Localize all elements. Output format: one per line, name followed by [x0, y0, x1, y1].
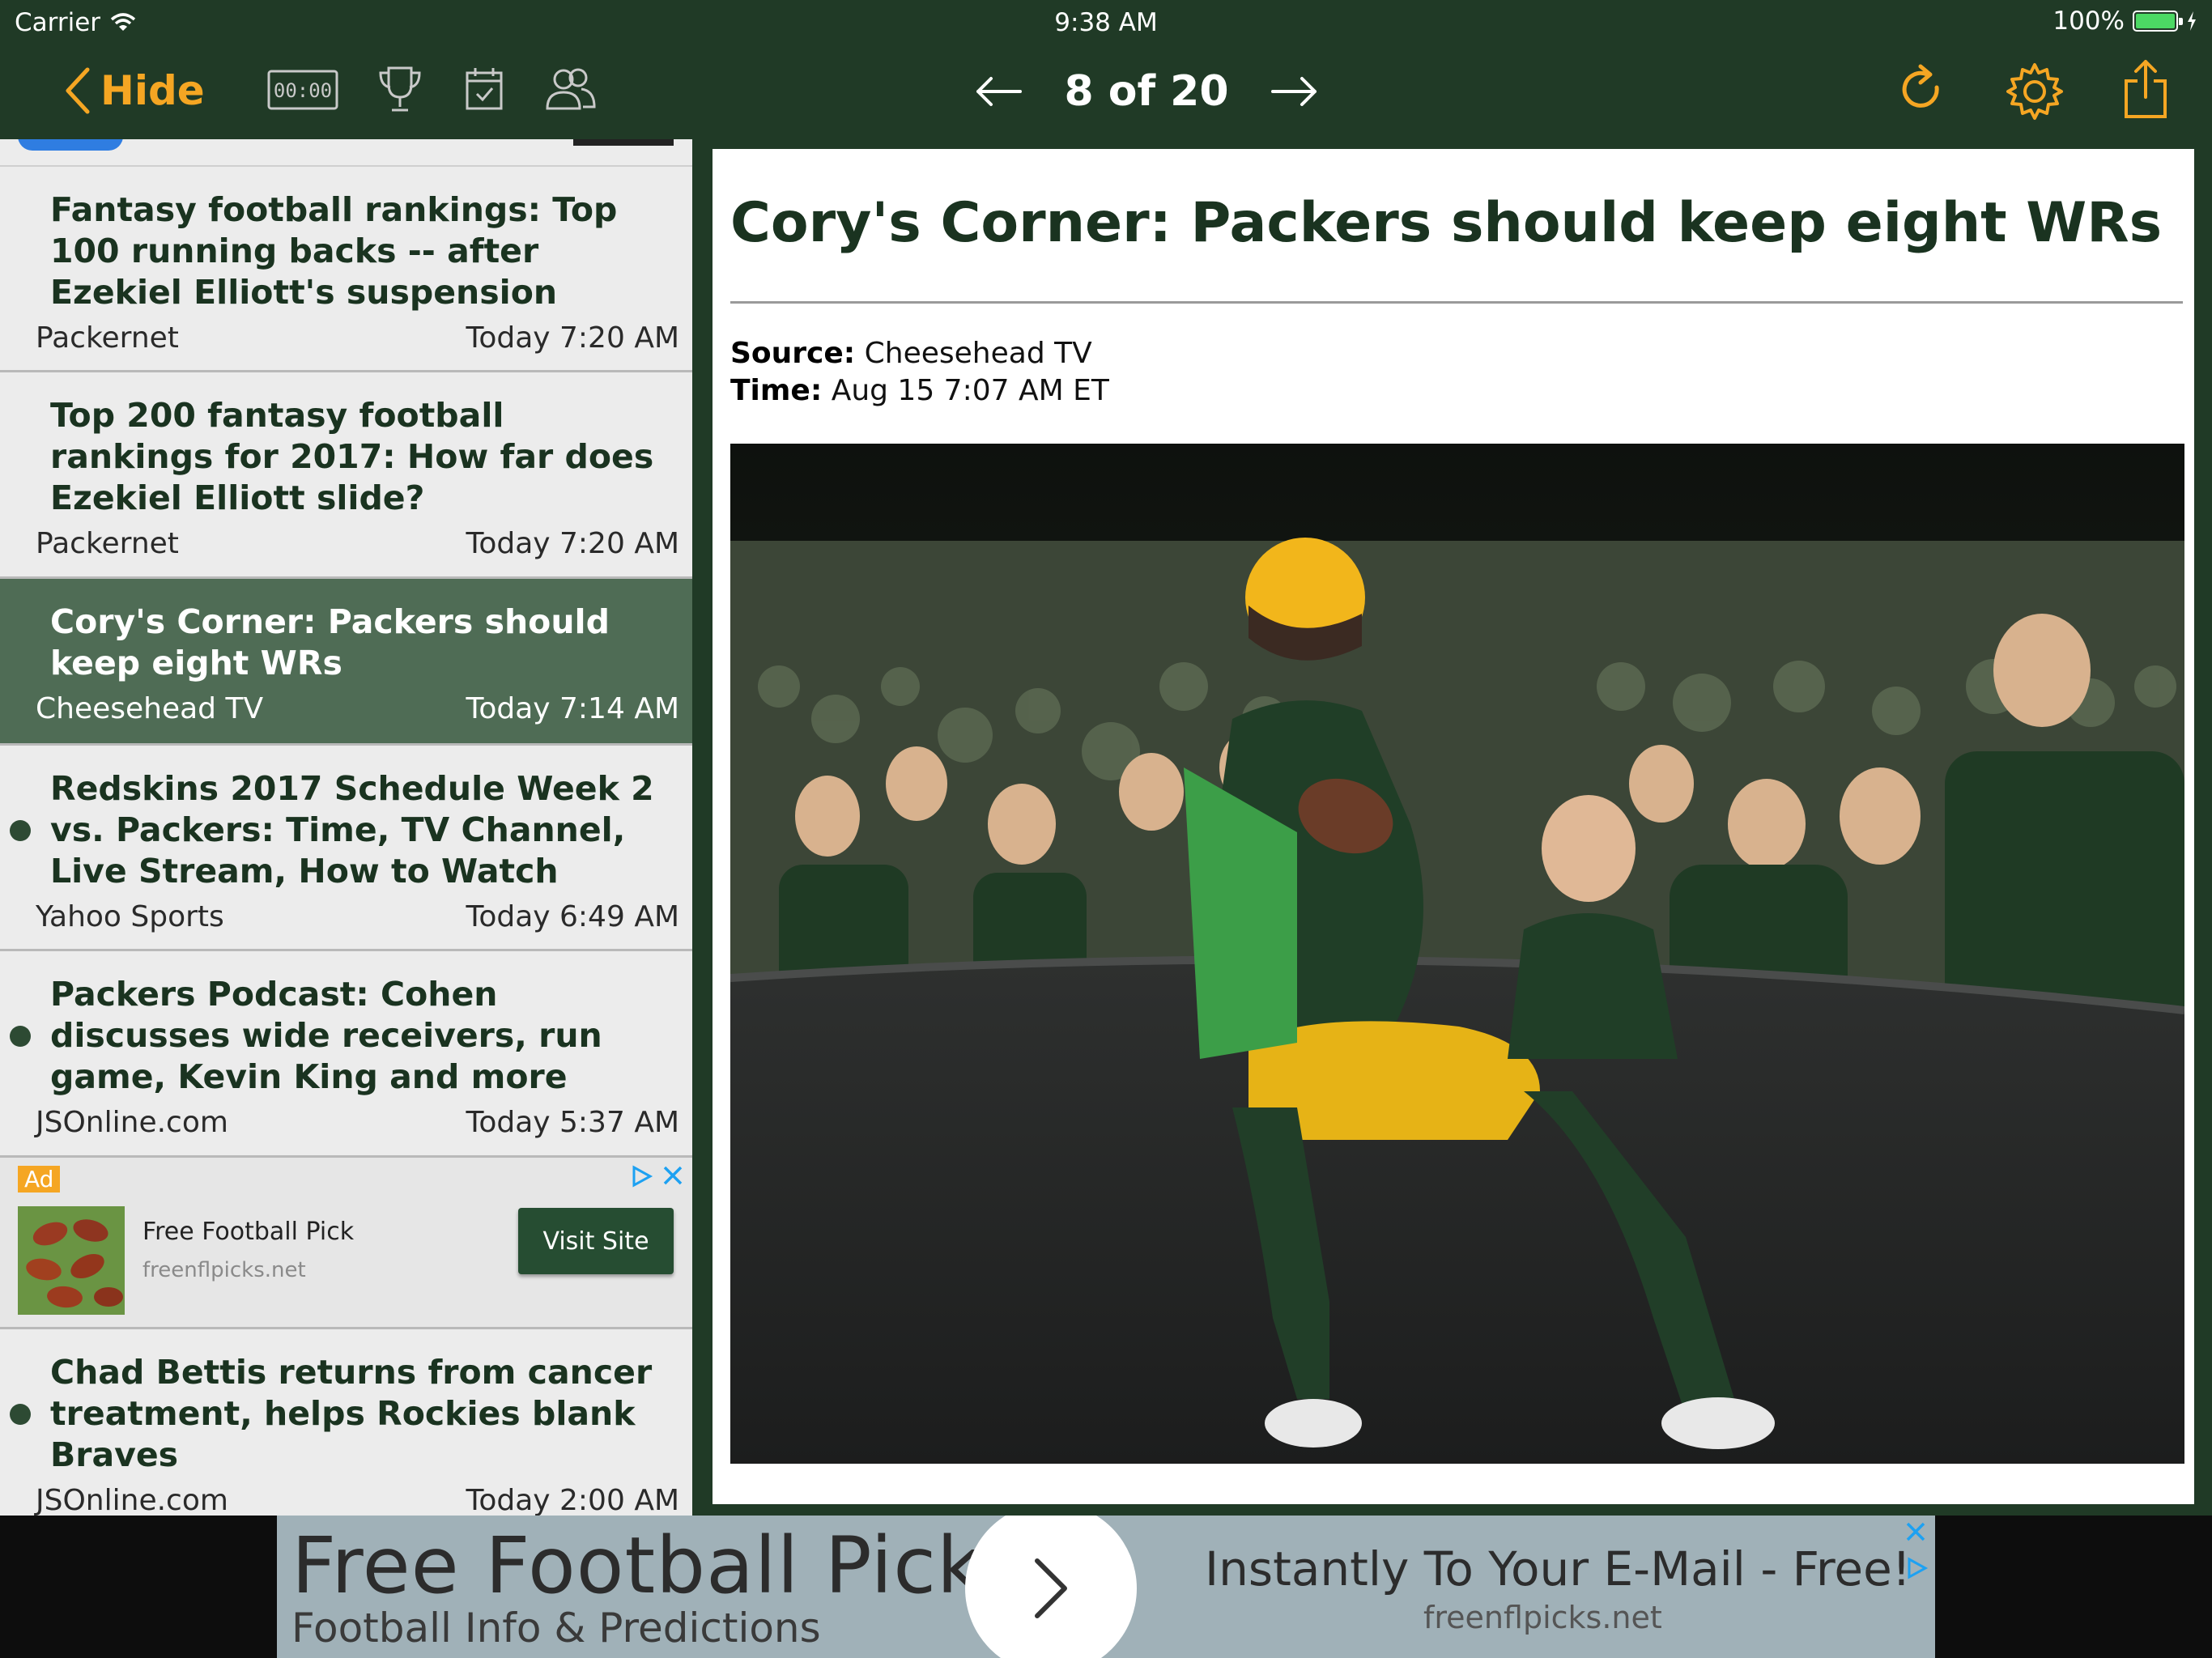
- list-item-time: Today 2:00 AM: [466, 1484, 679, 1516]
- clock: 9:38 AM: [1054, 8, 1158, 37]
- unread-dot-icon: [10, 820, 31, 841]
- title-divider: [730, 301, 2183, 304]
- battery-icon: [2133, 11, 2183, 32]
- banner-go-button[interactable]: [965, 1516, 1137, 1658]
- source-value: Cheesehead TV: [864, 337, 1092, 370]
- article-title: Cory's Corner: Packers should keep eight…: [730, 191, 2163, 255]
- status-bar: Carrier 9:38 AM 100%: [0, 0, 2212, 45]
- calendar-button[interactable]: [465, 65, 504, 117]
- list-item-title: Fantasy football rankings: Top 100 runni…: [50, 190, 618, 312]
- banner-url: freenflpicks.net: [1423, 1600, 1662, 1635]
- list-item-meta: Yahoo Sports Today 6:49 AM: [0, 892, 692, 945]
- list-item-title: Top 200 fantasy football rankings for 20…: [50, 396, 654, 517]
- list-item-source: JSOnline.com: [36, 1106, 228, 1139]
- list-item-meta: Packernet Today 7:20 AM: [0, 519, 692, 572]
- source-label: Source:: [730, 337, 856, 370]
- ad-choices[interactable]: [629, 1164, 684, 1188]
- battery-indicator: 100%: [2052, 6, 2197, 36]
- hide-label: Hide: [100, 67, 205, 114]
- refresh-button[interactable]: [1898, 63, 1946, 120]
- article-list[interactable]: Fantasy football rankings: Top 100 runni…: [0, 139, 692, 1516]
- list-item-time: Today 7:20 AM: [466, 321, 679, 355]
- adchoices-icon[interactable]: [629, 1164, 653, 1188]
- gear-icon: [2006, 63, 2063, 120]
- visit-site-button[interactable]: Visit Site: [518, 1208, 674, 1274]
- close-icon[interactable]: [661, 1164, 684, 1187]
- list-item-title: Redskins 2017 Schedule Week 2 vs. Packer…: [50, 769, 654, 891]
- close-icon[interactable]: [1904, 1520, 1927, 1543]
- time-value: Aug 15 7:07 AM ET: [831, 374, 1109, 407]
- banner-title: Free Football Pick: [291, 1520, 983, 1611]
- article-source: Source: Cheesehead TV: [730, 337, 1092, 370]
- next-arrow-icon[interactable]: [1270, 75, 1320, 108]
- unread-dot-icon: [10, 1026, 31, 1047]
- calendar-icon: [466, 68, 503, 110]
- list-item-time: Today 7:20 AM: [466, 527, 679, 560]
- article-photo: [730, 444, 2184, 1464]
- list-item[interactable]: Fantasy football rankings: Top 100 runni…: [0, 167, 692, 372]
- adchoices-icon[interactable]: [1904, 1556, 1929, 1580]
- article-view[interactable]: Cory's Corner: Packers should keep eight…: [713, 149, 2194, 1504]
- banner-controls[interactable]: [1904, 1520, 1929, 1580]
- people-icon: [546, 68, 596, 110]
- bottom-ad-bar: Free Football Pick Football Info & Predi…: [0, 1516, 2212, 1658]
- list-item-time: Today 5:37 AM: [466, 1106, 679, 1139]
- list-ad[interactable]: Ad Free Football Pick freenflpicks.net V…: [0, 1158, 692, 1329]
- timer-text: 00:00: [274, 79, 332, 102]
- list-item[interactable]: Redskins 2017 Schedule Week 2 vs. Packer…: [0, 746, 692, 951]
- list-item-time: Today 6:49 AM: [466, 900, 679, 933]
- list-item-source: JSOnline.com: [36, 1484, 228, 1516]
- list-item-source: Packernet: [36, 321, 179, 355]
- timer-icon: 00:00: [267, 70, 338, 110]
- list-item-meta: JSOnline.com Today 2:00 AM: [0, 1476, 692, 1516]
- share-icon: [2125, 60, 2167, 118]
- list-item-title: Chad Bettis returns from cancer treatmen…: [50, 1353, 653, 1474]
- share-button[interactable]: [2123, 58, 2168, 123]
- list-item-selected[interactable]: Cory's Corner: Packers should keep eight…: [0, 579, 692, 746]
- settings-button[interactable]: [2005, 62, 2065, 125]
- chevron-right-icon: [1035, 1558, 1067, 1618]
- charging-bolt-icon: [2188, 11, 2196, 31]
- pager-label: 8 of 20: [1064, 67, 1229, 116]
- list-item-time: Today 7:14 AM: [466, 692, 679, 725]
- banner-tagline: Instantly To Your E-Mail - Free!: [1205, 1541, 1912, 1596]
- unread-dot-icon: [10, 1404, 31, 1425]
- list-item-meta: JSOnline.com Today 5:37 AM: [0, 1098, 692, 1150]
- trophy-button[interactable]: [376, 65, 424, 118]
- ad-thumbnail: [18, 1206, 125, 1315]
- article-time: Time: Aug 15 7:07 AM ET: [730, 374, 1109, 407]
- trophy-icon: [379, 66, 421, 112]
- list-top-edge: [0, 139, 692, 167]
- nav-bar: Hide 00:00 8 of 20: [0, 45, 2212, 139]
- list-item-source: Packernet: [36, 527, 179, 560]
- ad-url: freenflpicks.net: [143, 1258, 306, 1282]
- timer-button[interactable]: 00:00: [267, 70, 338, 113]
- ad-title: Free Football Pick: [143, 1218, 355, 1246]
- list-item[interactable]: Chad Bettis returns from cancer treatmen…: [0, 1329, 692, 1516]
- roster-button[interactable]: [544, 65, 598, 117]
- list-item[interactable]: Top 200 fantasy football rankings for 20…: [0, 372, 692, 579]
- battery-percent: 100%: [2052, 6, 2125, 36]
- list-item-title: Packers Podcast: Cohen discusses wide re…: [50, 975, 602, 1096]
- article-pager: 8 of 20: [920, 63, 1373, 120]
- list-item-source: Cheesehead TV: [36, 692, 264, 725]
- list-item[interactable]: Packers Podcast: Cohen discusses wide re…: [0, 951, 692, 1158]
- refresh-icon: [1902, 64, 1939, 108]
- list-item-source: Yahoo Sports: [36, 900, 224, 933]
- ad-label: Ad: [18, 1166, 61, 1192]
- hide-button[interactable]: Hide: [63, 66, 205, 115]
- list-item-meta: Cheesehead TV Today 7:14 AM: [0, 684, 692, 737]
- list-item-title: Cory's Corner: Packers should keep eight…: [50, 602, 610, 682]
- time-label: Time:: [730, 374, 823, 407]
- prev-arrow-icon[interactable]: [973, 75, 1023, 108]
- back-chevron-icon: [66, 67, 90, 114]
- banner-ad[interactable]: Free Football Pick Football Info & Predi…: [277, 1516, 1935, 1658]
- list-item-meta: Packernet Today 7:20 AM: [0, 313, 692, 366]
- banner-subtitle: Football Info & Predictions: [291, 1605, 821, 1652]
